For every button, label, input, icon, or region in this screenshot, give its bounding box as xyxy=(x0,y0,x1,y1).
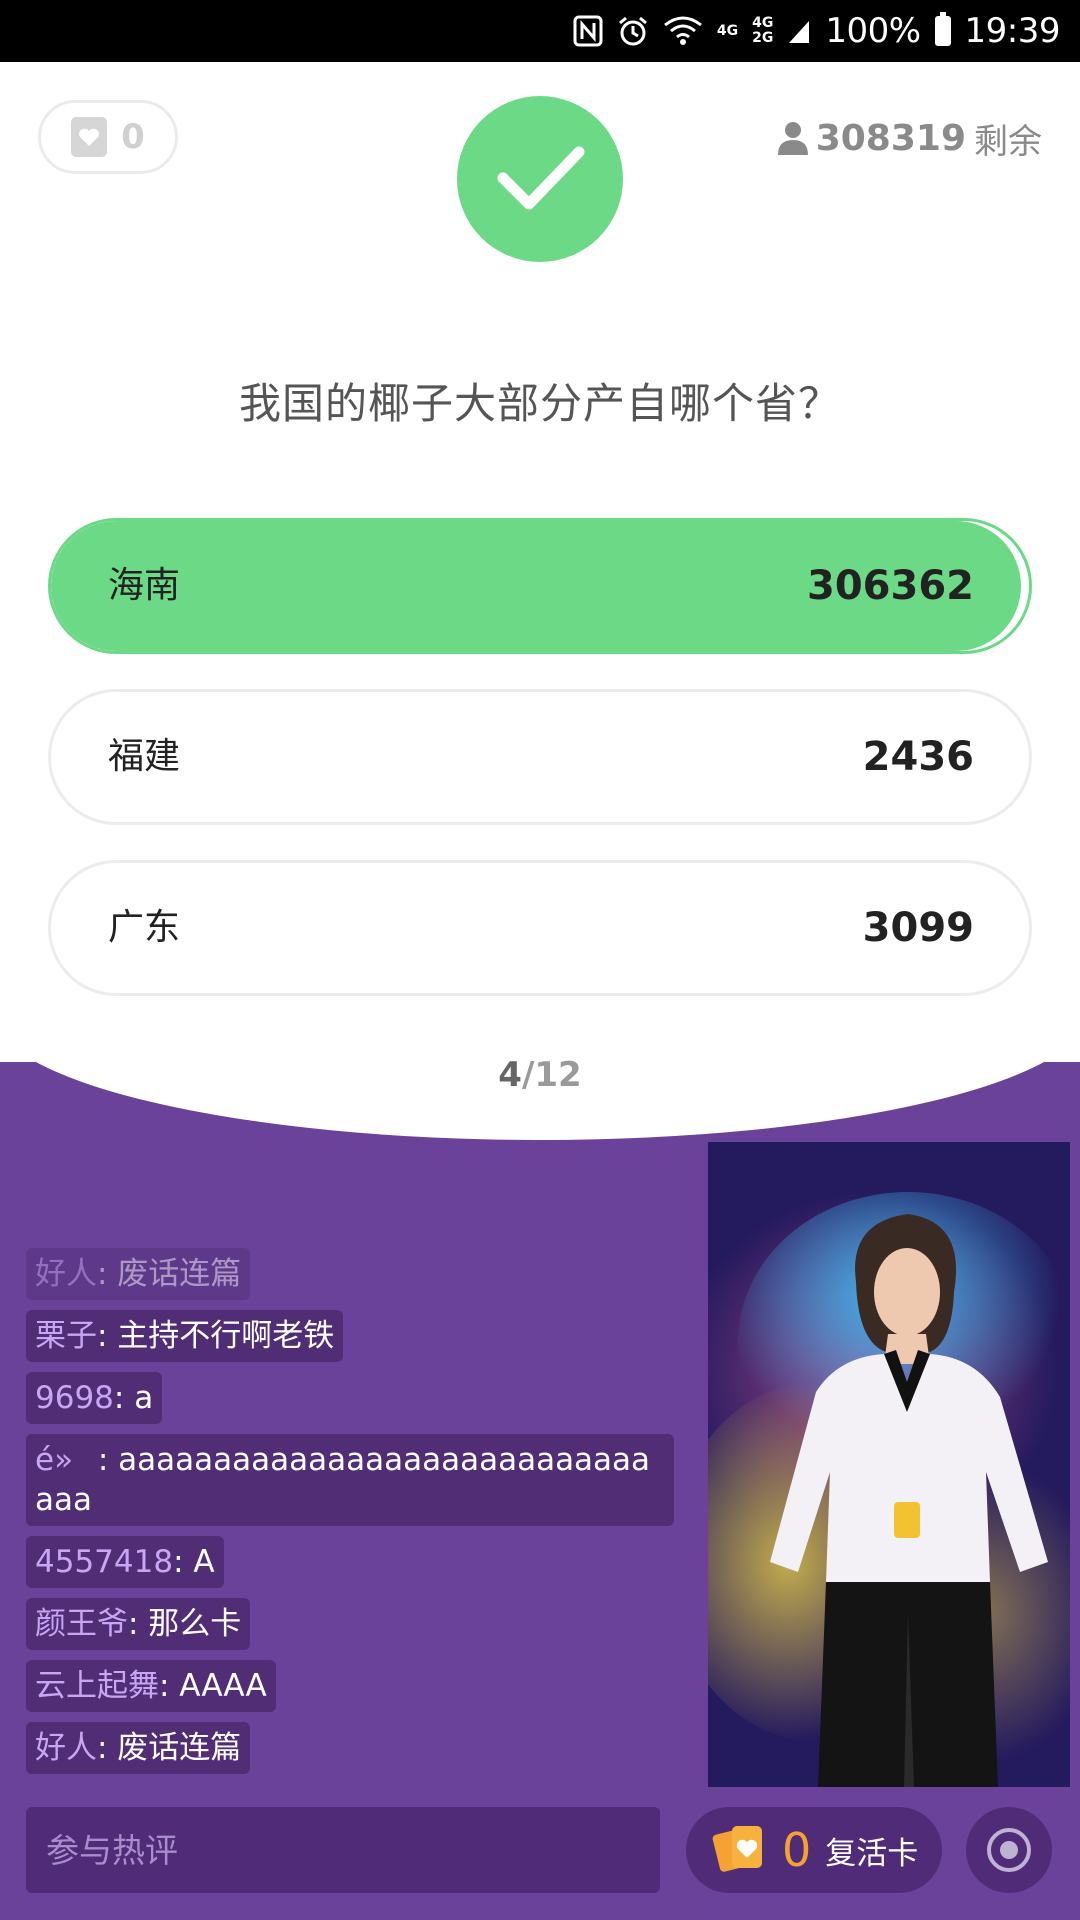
extra-life-pill[interactable]: 0 xyxy=(38,100,178,174)
chat-message: 好人: 废话连篇 xyxy=(26,1248,251,1300)
chat-message: 好人: 废话连篇 xyxy=(26,1722,251,1774)
question-text: 我国的椰子大部分产自哪个省？ xyxy=(238,379,841,428)
revive-card-button[interactable]: 0 复活卡 xyxy=(686,1807,942,1893)
revive-card-label: 复活卡 xyxy=(825,1835,919,1872)
revive-card-icon xyxy=(712,1826,762,1872)
chat-username: é» xyxy=(35,1442,98,1478)
revive-card-count: 0 xyxy=(782,1823,812,1877)
chat-message: 颜王爷: 那么卡 xyxy=(26,1598,251,1650)
chat-username: 好人 xyxy=(35,1256,97,1292)
progress-current: 4 xyxy=(498,1055,522,1095)
chat-text: : AAAA xyxy=(159,1668,267,1704)
chat-message: 栗子: 主持不行啊老铁 xyxy=(26,1310,344,1362)
nfc-icon xyxy=(573,15,603,47)
answer-option-1-label: 海南 xyxy=(108,565,181,606)
battery-percent: 100% xyxy=(825,11,921,51)
chat-message: é»: aaaaaaaaaaaaaaaaaaaaaaaaaaaaaaa xyxy=(26,1434,674,1526)
network-dual-label: 4G 2G xyxy=(752,16,773,46)
remaining-count: 308319 xyxy=(815,117,966,159)
wifi-icon xyxy=(663,15,703,47)
network-2g-bottom: 2G xyxy=(752,30,774,46)
comment-input[interactable] xyxy=(44,1829,642,1871)
chat-message: 云上起舞: AAAA xyxy=(26,1660,276,1712)
correct-check-icon xyxy=(457,96,623,262)
chat-text: : 那么卡 xyxy=(128,1606,242,1642)
chat-message: 4557418: A xyxy=(26,1536,224,1588)
chat-username: 9698 xyxy=(35,1380,114,1416)
chat-username: 好人 xyxy=(35,1730,97,1766)
progress-total: /12 xyxy=(521,1055,582,1095)
record-button[interactable] xyxy=(966,1807,1052,1893)
answer-option-3[interactable]: 广东 3099 xyxy=(48,860,1032,996)
extra-life-count: 0 xyxy=(121,117,145,157)
chat-username: 云上起舞 xyxy=(35,1668,159,1704)
heart-card-icon xyxy=(71,117,108,157)
answer-option-1-votes: 306362 xyxy=(807,563,974,609)
chat-message: 9698: a xyxy=(26,1372,163,1424)
chat-text: : a xyxy=(113,1380,154,1416)
chat-username: 栗子 xyxy=(35,1318,97,1354)
answer-option-3-votes: 3099 xyxy=(862,905,974,951)
answer-option-1[interactable]: 海南 306362 xyxy=(48,518,1032,654)
chat-text: : aaaaaaaaaaaaaaaaaaaaaaaaaaaaaaa xyxy=(35,1442,651,1518)
alarm-icon xyxy=(617,15,649,47)
chat-list[interactable]: 好人: 废话连篇 栗子: 主持不行啊老铁 9698: a é»: aaaaaa… xyxy=(26,1248,676,1784)
question-progress: 4/12 xyxy=(0,1055,1080,1095)
network-4g-label: 4G xyxy=(716,22,739,39)
answer-option-2-label: 福建 xyxy=(108,736,181,777)
clock-time: 19:39 xyxy=(964,11,1061,51)
battery-icon xyxy=(934,12,951,46)
chat-text: : 废话连篇 xyxy=(97,1730,242,1766)
person-icon xyxy=(777,122,808,155)
chat-username: 4557418 xyxy=(35,1544,174,1580)
remaining-players: 308319 剩余 xyxy=(777,112,1042,164)
status-bar: 4G 4G 2G 100% 19:39 xyxy=(0,0,1080,62)
host-video-frame xyxy=(708,1142,1070,1787)
signal-icon xyxy=(787,17,811,45)
chat-text: : 废话连篇 xyxy=(97,1256,242,1292)
answer-option-2-votes: 2436 xyxy=(862,734,974,780)
remaining-suffix: 剩余 xyxy=(974,121,1042,162)
record-icon xyxy=(987,1828,1031,1872)
answer-option-3-label: 广东 xyxy=(108,907,181,948)
chat-text: : A xyxy=(173,1544,215,1580)
chat-username: 颜王爷 xyxy=(35,1606,128,1642)
chat-text: : 主持不行啊老铁 xyxy=(97,1318,335,1354)
comment-input-box[interactable] xyxy=(26,1807,660,1893)
host-video[interactable] xyxy=(708,1142,1070,1787)
network-4g-top: 4G xyxy=(752,15,774,31)
answer-option-2[interactable]: 福建 2436 xyxy=(48,689,1032,825)
